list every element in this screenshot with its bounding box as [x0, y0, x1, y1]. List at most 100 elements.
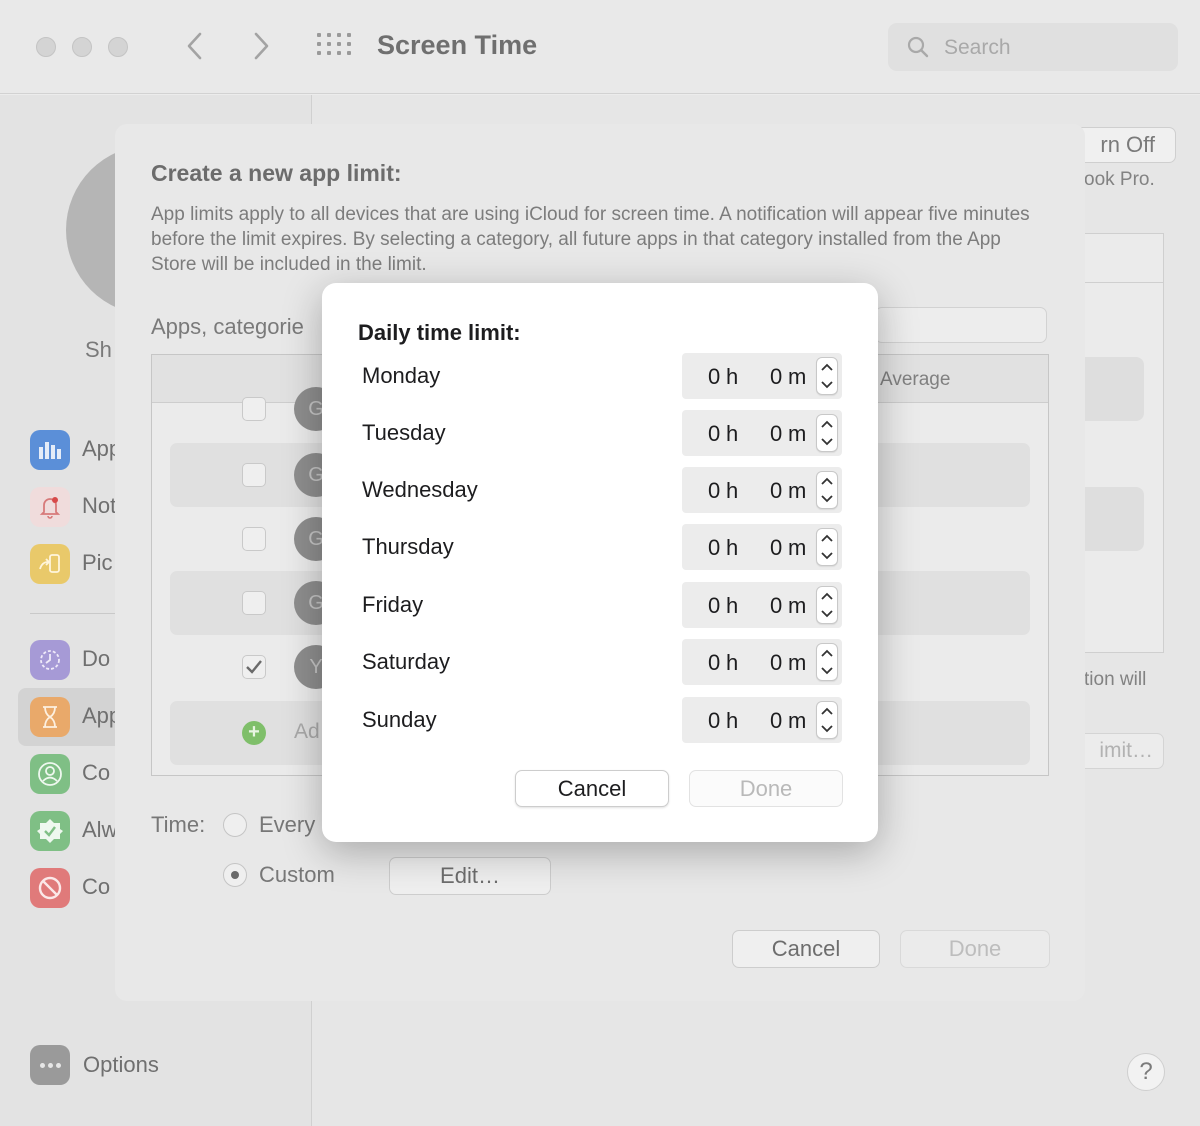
minutes-value[interactable]: 0 [770, 535, 782, 561]
chevron-left-icon [187, 32, 202, 60]
close-window-button[interactable] [36, 37, 56, 57]
time-field[interactable]: 0 h 0 m [682, 697, 842, 743]
sheet-cancel-button[interactable]: Cancel [732, 930, 880, 968]
checkmark-icon [246, 660, 262, 674]
chevron-down-icon[interactable] [817, 376, 837, 394]
time-stepper[interactable] [816, 357, 838, 395]
minutes-value[interactable]: 0 [770, 421, 782, 447]
search-placeholder: Search [944, 36, 1011, 59]
minutes-value[interactable]: 0 [770, 708, 782, 734]
search-field[interactable]: Search [888, 23, 1178, 71]
hours-value[interactable]: 0 [708, 708, 720, 734]
day-row-friday: Friday 0 h 0 m [322, 582, 878, 628]
help-button[interactable]: ? [1127, 1053, 1165, 1091]
time-stepper[interactable] [816, 471, 838, 509]
time-stepper[interactable] [816, 586, 838, 624]
minutes-value[interactable]: 0 [770, 650, 782, 676]
plus-icon[interactable]: + [242, 721, 266, 745]
options-icon[interactable] [30, 1045, 70, 1085]
forward-button[interactable] [246, 28, 276, 64]
limits-list-panel [1084, 233, 1164, 653]
time-field[interactable]: 0 h 0 m [682, 524, 842, 570]
search-icon [907, 36, 929, 58]
row-checkbox[interactable] [242, 463, 266, 487]
hours-unit: h [726, 650, 739, 675]
hours-value[interactable]: 0 [708, 535, 720, 561]
minutes-unit: m [788, 535, 807, 560]
day-label: Sunday [362, 707, 437, 732]
chevron-up-icon[interactable] [817, 702, 837, 720]
back-button[interactable] [180, 28, 210, 64]
sheet-done-button[interactable]: Done [900, 930, 1050, 968]
chevron-down-icon[interactable] [817, 547, 837, 565]
zoom-window-button[interactable] [108, 37, 128, 57]
time-field[interactable]: 0 h 0 m [682, 353, 842, 399]
hours-value[interactable]: 0 [708, 593, 720, 619]
minutes-value[interactable]: 0 [770, 364, 782, 390]
sheet-title: Create a new app limit: [151, 160, 402, 186]
dialog-title: Daily time limit: [358, 320, 521, 345]
downtime-icon [30, 640, 70, 680]
limits-list-row [1084, 357, 1144, 421]
day-label: Tuesday [362, 420, 446, 445]
day-row-tuesday: Tuesday 0 h 0 m [322, 410, 878, 456]
time-stepper[interactable] [816, 528, 838, 566]
time-field[interactable]: 0 h 0 m [682, 410, 842, 456]
row-checkbox-checked[interactable] [242, 655, 266, 679]
minutes-value[interactable]: 0 [770, 478, 782, 504]
time-field[interactable]: 0 h 0 m [682, 582, 842, 628]
hours-value[interactable]: 0 [708, 478, 720, 504]
radio-every-day[interactable] [223, 813, 247, 837]
options-label[interactable]: Options [83, 1052, 159, 1078]
minimize-window-button[interactable] [72, 37, 92, 57]
chevron-up-icon[interactable] [817, 415, 837, 433]
radio-custom-label[interactable]: Custom [259, 862, 335, 888]
hours-value[interactable]: 0 [708, 421, 720, 447]
limits-list-row [1084, 487, 1144, 551]
radio-custom[interactable] [223, 863, 247, 887]
chevron-right-icon [254, 32, 269, 60]
chevron-down-icon[interactable] [817, 490, 837, 508]
chevron-down-icon[interactable] [817, 433, 837, 451]
add-app-label[interactable]: Ad [294, 720, 320, 744]
minutes-unit: m [788, 478, 807, 503]
chevron-up-icon[interactable] [817, 644, 837, 662]
time-field[interactable]: 0 h 0 m [682, 467, 842, 513]
dialog-done-button[interactable]: Done [689, 770, 843, 807]
chevron-down-icon[interactable] [817, 662, 837, 680]
chevron-up-icon[interactable] [817, 529, 837, 547]
time-stepper[interactable] [816, 701, 838, 739]
time-field[interactable]: 0 h 0 m [682, 639, 842, 685]
radio-every-day-label[interactable]: Every [259, 812, 315, 838]
row-checkbox[interactable] [242, 591, 266, 615]
row-checkbox[interactable] [242, 527, 266, 551]
minutes-value[interactable]: 0 [770, 593, 782, 619]
day-label: Thursday [362, 534, 454, 559]
edit-button[interactable]: Edit… [389, 857, 551, 895]
time-stepper[interactable] [816, 414, 838, 452]
apps-search-input[interactable] [875, 307, 1047, 343]
contact-icon [30, 754, 70, 794]
day-row-sunday: Sunday 0 h 0 m [322, 697, 878, 743]
chevron-up-icon[interactable] [817, 472, 837, 490]
chevron-down-icon[interactable] [817, 720, 837, 738]
notification-text: tion will [1084, 669, 1147, 690]
day-row-thursday: Thursday 0 h 0 m [322, 524, 878, 570]
chevron-up-icon[interactable] [817, 358, 837, 376]
time-stepper[interactable] [816, 643, 838, 681]
sidebar-item-label: Co [82, 760, 111, 785]
hours-unit: h [726, 708, 739, 733]
dialog-cancel-button[interactable]: Cancel [515, 770, 669, 807]
chevron-down-icon[interactable] [817, 605, 837, 623]
hours-value[interactable]: 0 [708, 650, 720, 676]
user-name: Sh [85, 337, 112, 362]
chevron-up-icon[interactable] [817, 587, 837, 605]
row-checkbox[interactable] [242, 397, 266, 421]
show-all-grid-icon[interactable] [317, 33, 351, 59]
day-label: Saturday [362, 649, 451, 674]
hours-unit: h [726, 535, 739, 560]
no-sign-icon [30, 868, 70, 908]
hours-value[interactable]: 0 [708, 364, 720, 390]
day-label: Friday [362, 592, 424, 617]
sidebar-item-label: Co [82, 874, 111, 899]
